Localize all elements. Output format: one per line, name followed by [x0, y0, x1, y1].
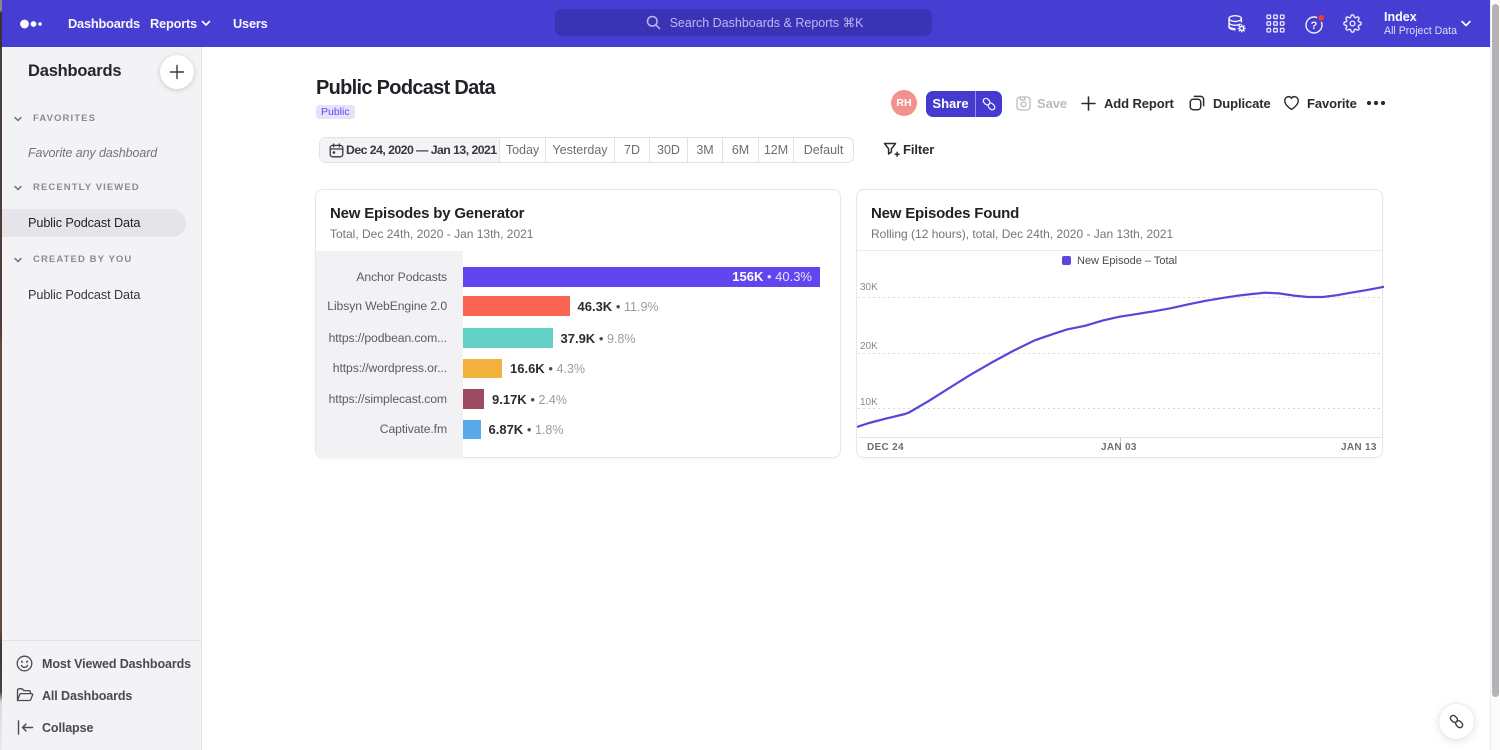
svg-text:?: ? — [1311, 20, 1318, 32]
